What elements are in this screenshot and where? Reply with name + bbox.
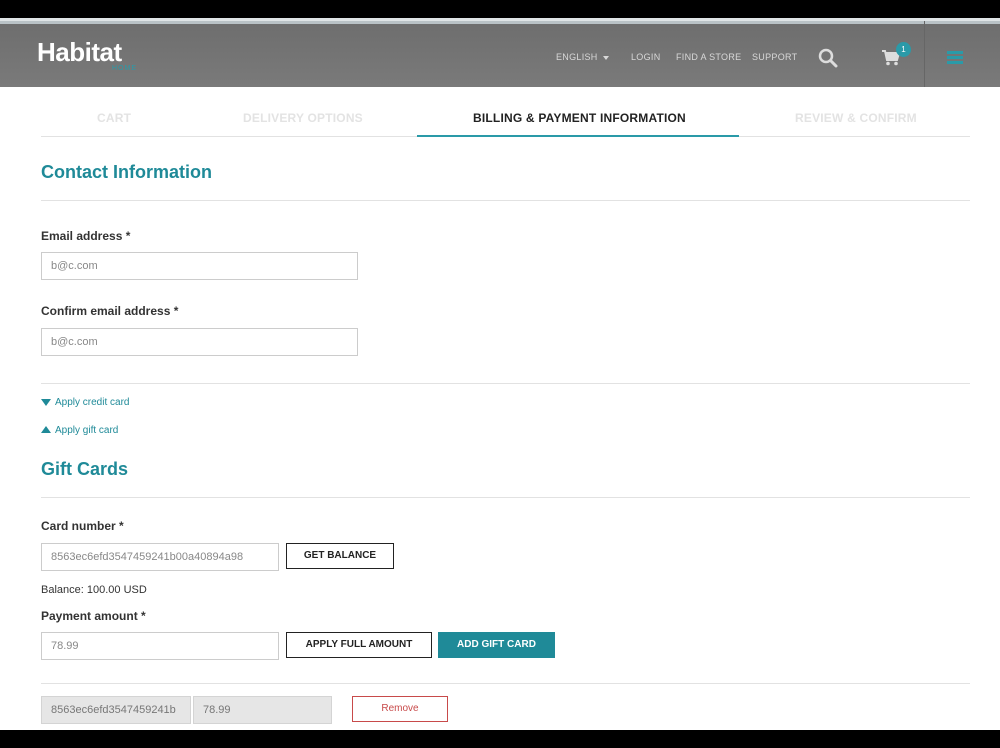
confirm-email-label: Confirm email address * xyxy=(41,304,179,318)
caret-down-icon xyxy=(41,399,51,406)
cart-count-badge: 1 xyxy=(896,42,911,57)
top-frame xyxy=(0,0,1000,18)
email-label: Email address * xyxy=(41,229,131,243)
bottom-frame xyxy=(0,730,1000,748)
menu-icon[interactable] xyxy=(947,51,963,64)
caret-up-icon xyxy=(41,426,51,433)
payment-amount-field[interactable]: 78.99 xyxy=(41,632,279,660)
remove-gift-card-button[interactable]: Remove xyxy=(352,696,448,722)
contact-section-title: Contact Information xyxy=(41,162,212,182)
language-selector[interactable]: ENGLISH xyxy=(556,52,609,62)
confirm-email-field[interactable]: b@c.com xyxy=(41,328,358,356)
checkout-steps: CART DELIVERY OPTIONS BILLING & PAYMENT … xyxy=(41,87,970,137)
apply-credit-card-toggle[interactable]: Apply credit card xyxy=(41,397,129,408)
add-gift-card-button[interactable]: ADD GIFT CARD xyxy=(438,632,555,658)
payment-amount-label: Payment amount * xyxy=(41,609,146,623)
divider xyxy=(41,200,970,201)
email-field[interactable]: b@c.com xyxy=(41,252,358,280)
logo[interactable]: Habitat xyxy=(37,37,122,68)
card-number-field[interactable]: 8563ec6efd3547459241b00a40894a98 xyxy=(41,543,279,571)
divider xyxy=(41,497,970,498)
search-icon[interactable] xyxy=(818,48,838,68)
card-number-label: Card number * xyxy=(41,519,124,533)
step-billing-payment[interactable]: BILLING & PAYMENT INFORMATION xyxy=(473,111,686,125)
site-header: Habitat HOME ENGLISH LOGIN FIND A STORE … xyxy=(0,18,1000,87)
login-link[interactable]: LOGIN xyxy=(631,52,661,62)
step-delivery-options[interactable]: DELIVERY OPTIONS xyxy=(243,111,363,125)
applied-amount: 78.99 xyxy=(193,696,332,724)
header-divider xyxy=(924,21,925,87)
divider xyxy=(41,683,970,684)
checkout-content: CART DELIVERY OPTIONS BILLING & PAYMENT … xyxy=(0,87,1000,730)
support-link[interactable]: SUPPORT xyxy=(752,52,797,62)
divider xyxy=(41,383,970,384)
step-review-confirm[interactable]: REVIEW & CONFIRM xyxy=(795,111,917,125)
get-balance-button[interactable]: GET BALANCE xyxy=(286,543,394,569)
find-store-link[interactable]: FIND A STORE xyxy=(676,52,741,62)
active-step-indicator xyxy=(417,135,739,137)
step-cart[interactable]: CART xyxy=(97,111,131,125)
applied-card-number: 8563ec6efd3547459241b xyxy=(41,696,191,724)
apply-credit-card-label: Apply credit card xyxy=(55,397,130,408)
apply-full-amount-button[interactable]: APPLY FULL AMOUNT xyxy=(286,632,432,658)
chevron-down-icon xyxy=(602,55,609,60)
balance-text: Balance: 100.00 USD xyxy=(41,584,147,596)
language-label: ENGLISH xyxy=(556,52,598,62)
apply-gift-card-label: Apply gift card xyxy=(55,425,119,436)
gift-cards-section-title: Gift Cards xyxy=(41,459,129,479)
apply-gift-card-toggle[interactable]: Apply gift card xyxy=(41,425,118,436)
logo-subtitle: HOME xyxy=(112,65,137,72)
